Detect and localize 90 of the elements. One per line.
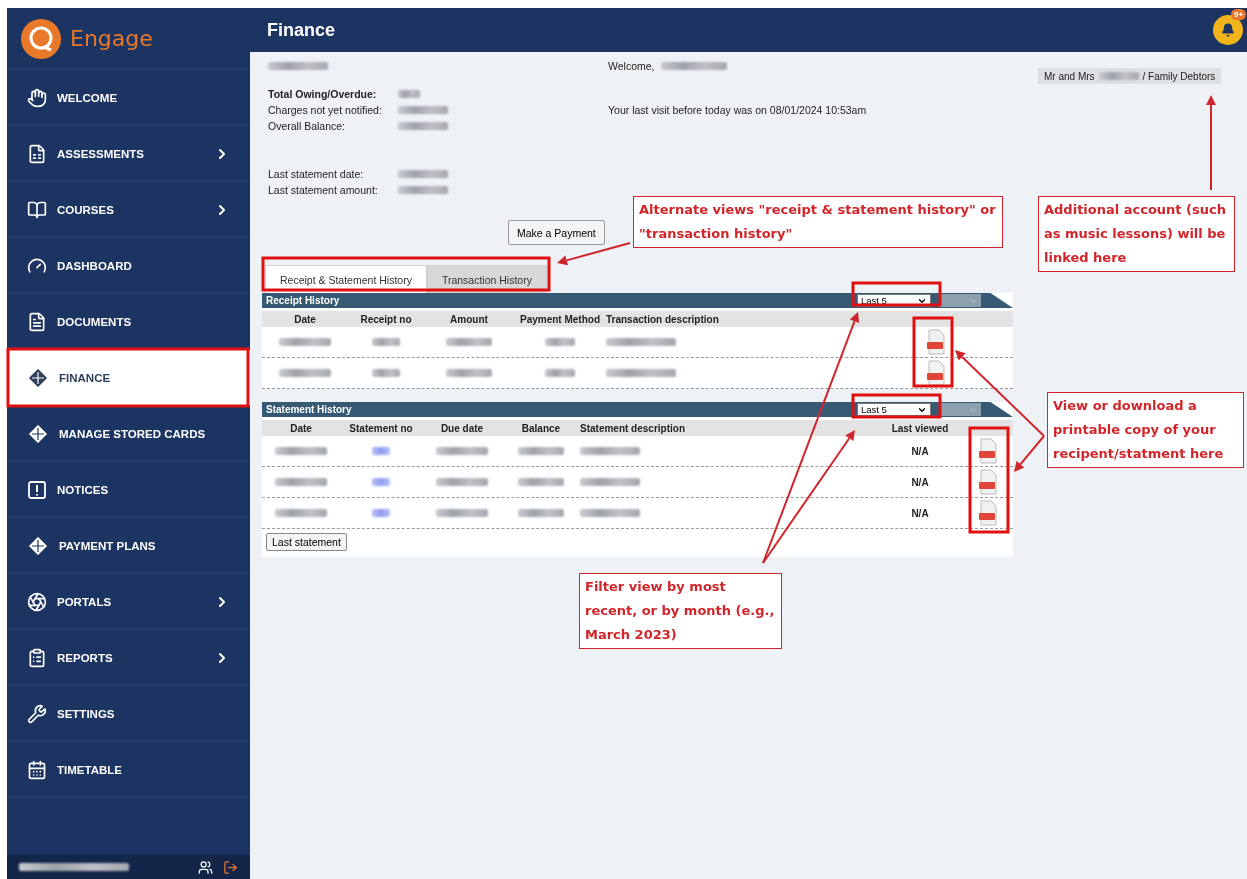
- table-cell-text: N/A: [910, 507, 930, 519]
- diamond-icon: [27, 366, 49, 389]
- account-selector[interactable]: Mr and Mrs / Family Debtors: [1038, 68, 1222, 84]
- redacted-name: [660, 62, 727, 70]
- last-visit-text: Your last visit before today was on 08/01/2024 10:53am: [608, 104, 867, 116]
- page-title: Finance: [267, 19, 336, 41]
- notification-badge: 9+: [1231, 9, 1247, 20]
- pdf-file-icon[interactable]: [978, 500, 998, 526]
- field-label: Overall Balance:: [268, 120, 347, 132]
- redacted-value: [606, 338, 676, 346]
- column-header: Receipt no: [359, 313, 413, 325]
- redacted-name: [1098, 72, 1139, 80]
- panel-title: Receipt History: [266, 295, 340, 306]
- redacted-value: [518, 447, 564, 455]
- column-header: Due date: [439, 422, 485, 434]
- hand-icon: [27, 87, 47, 108]
- redacted-value: [446, 369, 492, 377]
- redacted-value: [398, 186, 448, 194]
- redacted-value: [279, 338, 331, 346]
- bell-icon: [1221, 23, 1235, 37]
- redacted-value: [545, 369, 575, 377]
- table-cell-text: N/A: [910, 445, 930, 457]
- redacted-value: [372, 338, 400, 346]
- pdf-file-icon[interactable]: [978, 438, 998, 464]
- logo-icon: [20, 17, 62, 60]
- redacted-value: [275, 509, 327, 517]
- column-header: Transaction description: [606, 313, 720, 325]
- filter-dropdown[interactable]: Last 5: [857, 403, 931, 416]
- field-label: Last statement date:: [268, 168, 365, 180]
- column-header: Payment Method: [519, 313, 601, 325]
- diamond-icon: [27, 534, 49, 557]
- redacted-value: [436, 478, 488, 486]
- redacted-value: [606, 369, 676, 377]
- redacted-value: [580, 478, 640, 486]
- redacted-value: [446, 338, 492, 346]
- account-type: / Family Debtors: [1142, 70, 1216, 82]
- pdf-file-icon[interactable]: [926, 360, 946, 386]
- redacted-value: [398, 170, 448, 178]
- panel-title: Statement History: [266, 404, 352, 415]
- table-cell-text: N/A: [910, 476, 930, 488]
- annotation-note: View or download a printable copy of your recipent/statment here: [1047, 392, 1244, 468]
- field-label: Last statement amount:: [268, 184, 379, 196]
- pdf-file-icon[interactable]: [978, 469, 998, 495]
- column-header: Date: [289, 422, 313, 434]
- calendar-icon: [27, 759, 47, 780]
- spreadsheet-icon: [27, 143, 47, 164]
- make-payment-button[interactable]: Make a Payment: [508, 220, 605, 245]
- field-label: Charges not yet notified:: [268, 104, 383, 116]
- wrench-icon: [27, 703, 47, 724]
- redacted-value: [436, 509, 488, 517]
- column-header: Date: [293, 313, 317, 325]
- last-statement-button[interactable]: Last statement: [266, 533, 347, 551]
- clipboard-icon: [27, 647, 47, 668]
- annotation-note: Filter view by most recent, or by month (e.g., March 2023): [579, 573, 782, 649]
- notice-icon: [27, 479, 47, 500]
- pdf-file-icon[interactable]: [926, 329, 946, 355]
- redacted-value: [398, 90, 420, 98]
- field-label: Total Owing/Overdue:: [268, 88, 378, 100]
- redacted-value: [518, 509, 564, 517]
- aperture-icon: [27, 591, 47, 612]
- redacted-value: [580, 447, 640, 455]
- highlight-frame: [912, 316, 954, 388]
- brand-name: Engage: [70, 26, 153, 51]
- column-header: Statement no: [348, 422, 414, 434]
- column-header: Amount: [449, 313, 489, 325]
- column-header: Balance: [520, 422, 562, 434]
- users-icon[interactable]: [198, 859, 213, 875]
- logout-icon[interactable]: [223, 859, 238, 875]
- redacted-name: [268, 62, 328, 70]
- redacted-value: [398, 122, 448, 130]
- redacted-value: [275, 478, 327, 486]
- redacted-value: [398, 106, 448, 114]
- redacted-value: [275, 447, 327, 455]
- redacted-value: [518, 478, 564, 486]
- book-icon: [27, 199, 47, 220]
- redacted-value: [436, 447, 488, 455]
- annotation-note: Additional account (such as music lessons) will be linked here: [1038, 196, 1235, 272]
- notification-button[interactable]: [1213, 15, 1243, 45]
- redacted-value: [279, 369, 331, 377]
- annotation-note: Alternate views "receipt & statement history" or "transaction history": [633, 196, 1003, 248]
- sidebar-item[interactable]: FINANCE: [7, 350, 250, 406]
- column-header: Last viewed: [890, 422, 950, 434]
- welcome-text: Welcome,: [608, 60, 655, 72]
- redacted-value: [545, 338, 575, 346]
- redacted-value: [372, 369, 400, 377]
- diamond-icon: [27, 422, 49, 445]
- account-name: Mr and Mrs: [1044, 70, 1095, 82]
- column-header: Statement description: [580, 422, 687, 434]
- document-icon: [27, 311, 47, 332]
- redacted-value: [580, 509, 640, 517]
